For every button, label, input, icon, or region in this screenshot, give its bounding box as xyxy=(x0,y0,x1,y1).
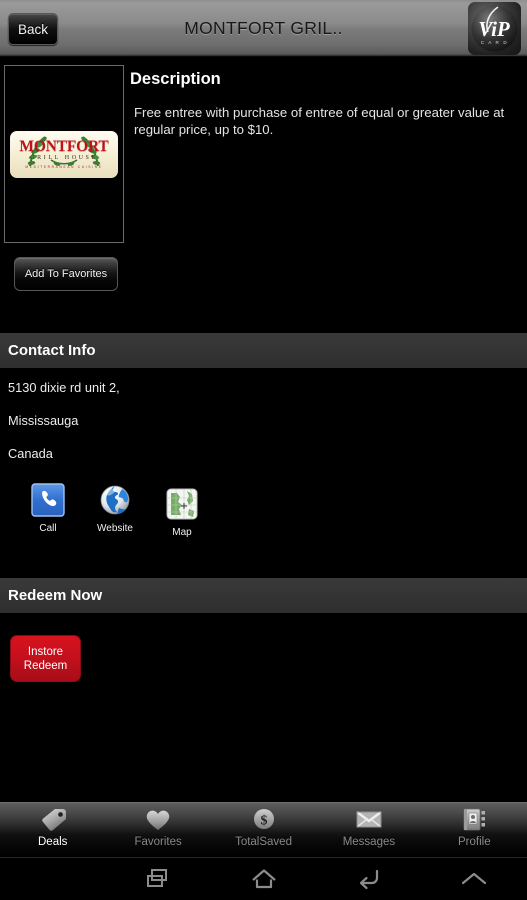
nav-spacer-left xyxy=(0,858,105,900)
redeem-now-header: Redeem Now xyxy=(0,578,527,613)
tab-totalsaved[interactable]: $ TotalSaved xyxy=(211,803,316,857)
tab-favorites-label: Favorites xyxy=(134,836,182,848)
contact-info-heading: Contact Info xyxy=(8,342,96,359)
title-bar: Back MONTFORT GRIL.. ViP C A R D xyxy=(0,0,527,57)
merchant-logo-frame: MONTFORT GRILL HOUSE MEDITERRANEAN CUISI… xyxy=(4,65,124,243)
website-action[interactable]: Website xyxy=(87,483,143,538)
home-icon xyxy=(251,869,276,889)
phone-icon xyxy=(31,483,65,517)
contact-book-icon xyxy=(463,808,486,831)
heart-icon xyxy=(146,810,170,830)
tab-deals-label: Deals xyxy=(38,836,68,848)
redeem-body: Instore Redeem xyxy=(0,613,527,682)
tab-messages[interactable]: Messages xyxy=(316,803,421,857)
svg-text:$: $ xyxy=(260,814,267,829)
page-title: MONTFORT GRIL.. xyxy=(184,17,343,38)
merchant-logo: MONTFORT GRILL HOUSE MEDITERRANEAN CUISI… xyxy=(10,130,118,178)
dollar-circle-icon: $ xyxy=(253,809,274,829)
globe-icon xyxy=(100,485,130,515)
instore-redeem-label-line2: Redeem xyxy=(23,659,68,672)
envelope-icon xyxy=(356,811,382,828)
tab-favorites[interactable]: Favorites xyxy=(105,803,210,857)
bottom-tab-bar: Deals Favorites $ TotalSaved Messages Pr… xyxy=(0,802,527,857)
tab-deals[interactable]: Deals xyxy=(0,803,105,857)
address-line-1: 5130 dixie rd unit 2, xyxy=(8,380,120,395)
contact-info-body: 5130 dixie rd unit 2, Mississauga Canada xyxy=(0,368,527,538)
address-line-2: Mississauga xyxy=(8,413,79,428)
instore-redeem-button[interactable]: Instore Redeem xyxy=(10,635,81,682)
vip-card-logo: ViP C A R D xyxy=(468,2,521,55)
svg-text:ViP: ViP xyxy=(478,17,510,41)
back-button-label: Back xyxy=(17,21,48,37)
redeem-now-heading: Redeem Now xyxy=(8,587,103,604)
content-scroll-area[interactable]: MONTFORT GRILL HOUSE MEDITERRANEAN CUISI… xyxy=(0,57,527,802)
tab-messages-label: Messages xyxy=(342,836,396,848)
nav-home-button[interactable] xyxy=(211,858,316,900)
instore-redeem-label-line1: Instore xyxy=(27,645,64,658)
nav-recents-button[interactable] xyxy=(105,858,210,900)
map-action[interactable]: Map xyxy=(154,487,210,538)
deal-summary-row: MONTFORT GRILL HOUSE MEDITERRANEAN CUISI… xyxy=(0,57,527,243)
merchant-logo-tagline: MEDITERRANEAN CUISINE xyxy=(25,165,103,170)
description-column: Description Free entree with purchase of… xyxy=(124,62,527,243)
chevron-up-icon xyxy=(462,872,487,885)
address-line-3: Canada xyxy=(8,446,53,461)
merchant-logo-subtitle: GRILL HOUSE xyxy=(30,155,98,162)
description-text: Free entree with purchase of entree of e… xyxy=(134,105,505,137)
nav-expand-button[interactable] xyxy=(422,858,527,900)
tab-totalsaved-label: TotalSaved xyxy=(235,836,292,848)
call-action[interactable]: Call xyxy=(20,483,76,538)
website-action-label: Website xyxy=(97,523,133,534)
back-arrow-icon xyxy=(359,869,379,890)
merchant-logo-name: MONTFORT xyxy=(19,137,109,155)
map-icon xyxy=(166,488,198,520)
contact-info-header: Contact Info xyxy=(0,333,527,368)
tab-profile-label: Profile xyxy=(458,836,491,848)
vip-card-logo-icon: ViP C A R D xyxy=(471,5,518,52)
recents-icon xyxy=(147,869,168,887)
contact-actions: Call Website Map xyxy=(8,479,527,538)
add-to-favorites-label: Add To Favorites xyxy=(24,268,108,280)
description-heading: Description xyxy=(130,70,221,88)
tag-icon xyxy=(42,809,66,831)
app-screen: Back MONTFORT GRIL.. ViP C A R D MONTFOR… xyxy=(0,0,527,900)
call-action-label: Call xyxy=(39,523,57,534)
add-to-favorites-button[interactable]: Add To Favorites xyxy=(14,257,118,291)
nav-back-button[interactable] xyxy=(316,858,421,900)
map-action-label: Map xyxy=(172,527,192,538)
tab-profile[interactable]: Profile xyxy=(422,803,527,857)
svg-text:C A R D: C A R D xyxy=(481,40,509,45)
android-navigation-bar xyxy=(0,857,527,900)
back-button[interactable]: Back xyxy=(8,13,58,45)
